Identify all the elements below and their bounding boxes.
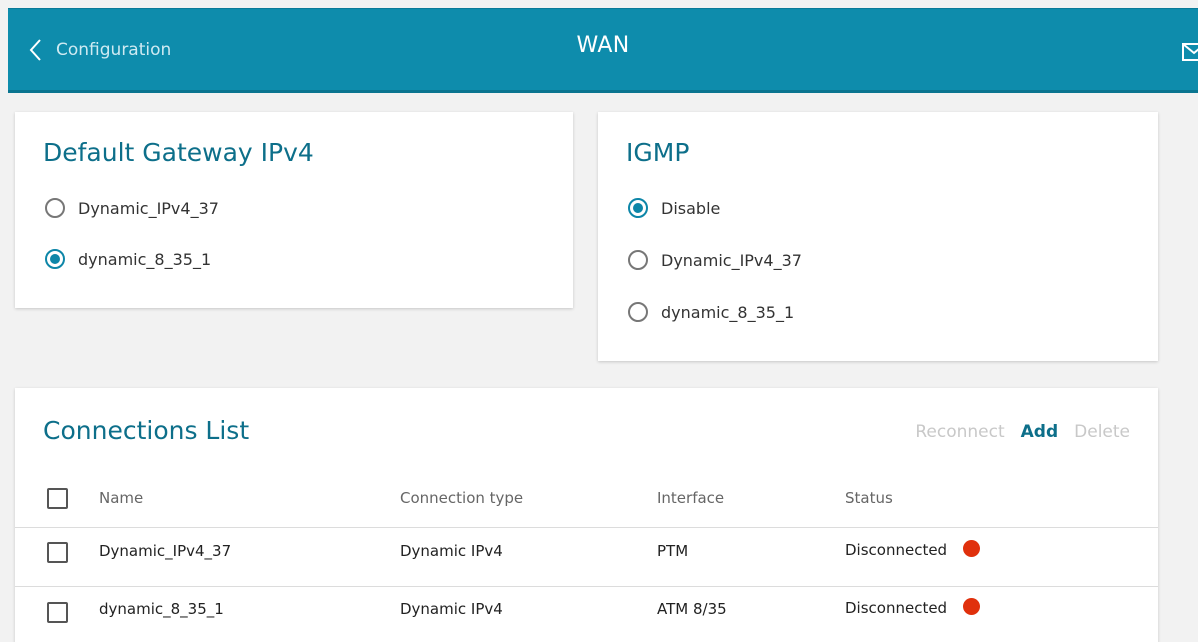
connection-name: dynamic_8_35_1 — [99, 600, 224, 618]
igmp-option-dynamic-8-35-1[interactable]: dynamic_8_35_1 — [628, 302, 794, 322]
radio-label: Dynamic_IPv4_37 — [661, 250, 802, 270]
add-button[interactable]: Add — [1021, 422, 1059, 442]
delete-button[interactable]: Delete — [1074, 422, 1130, 442]
connection-name: Dynamic_IPv4_37 — [99, 542, 232, 560]
page-frame: Configuration WAN Default Gateway IPv4 D… — [8, 8, 1198, 642]
reconnect-button[interactable]: Reconnect — [915, 422, 1004, 442]
row-checkbox[interactable] — [47, 542, 68, 563]
connections-title: Connections List — [43, 416, 250, 445]
radio-label: Dynamic_IPv4_37 — [78, 198, 219, 218]
default-gateway-card: Default Gateway IPv4 Dynamic_IPv4_37 dyn… — [15, 112, 573, 308]
envelope-icon[interactable] — [1182, 43, 1198, 61]
status-dot-icon — [963, 540, 981, 557]
connection-status: Disconnected — [845, 598, 981, 617]
connection-interface: PTM — [657, 542, 689, 560]
radio-button[interactable] — [628, 198, 648, 218]
connection-status: Disconnected — [845, 540, 981, 559]
radio-button[interactable] — [628, 250, 648, 270]
connection-type: Dynamic IPv4 — [400, 542, 503, 560]
radio-button[interactable] — [45, 198, 65, 218]
connections-card: Connections List Reconnect Add Delete Na… — [15, 388, 1158, 642]
default-gateway-title: Default Gateway IPv4 — [43, 138, 314, 167]
radio-label: dynamic_8_35_1 — [78, 249, 212, 269]
igmp-title: IGMP — [626, 138, 690, 167]
igmp-option-dynamic-ipv4-37[interactable]: Dynamic_IPv4_37 — [628, 250, 802, 270]
table-row[interactable]: Dynamic_IPv4_37 Dynamic IPv4 PTM Disconn… — [15, 528, 1158, 570]
connection-type: Dynamic IPv4 — [400, 600, 503, 618]
page-title: WAN — [576, 33, 630, 58]
gateway-option-dynamic-ipv4-37[interactable]: Dynamic_IPv4_37 — [45, 198, 219, 218]
column-header-status[interactable]: Status — [845, 489, 893, 507]
radio-label: dynamic_8_35_1 — [661, 302, 795, 322]
column-header-name[interactable]: Name — [99, 489, 143, 507]
status-text: Disconnected — [845, 599, 948, 617]
column-header-interface[interactable]: Interface — [657, 489, 724, 507]
radio-button[interactable] — [45, 249, 65, 269]
row-checkbox[interactable] — [47, 602, 68, 623]
igmp-card: IGMP Disable Dynamic_IPv4_37 dynamic_8_3… — [598, 112, 1158, 361]
radio-button[interactable] — [628, 302, 648, 322]
connection-interface: ATM 8/35 — [657, 600, 727, 618]
table-row[interactable]: dynamic_8_35_1 Dynamic IPv4 ATM 8/35 Dis… — [15, 587, 1158, 629]
top-header: Configuration WAN — [8, 8, 1198, 93]
status-dot-icon — [963, 598, 981, 615]
status-text: Disconnected — [845, 541, 948, 559]
radio-label: Disable — [661, 198, 721, 218]
igmp-option-disable[interactable]: Disable — [628, 198, 720, 218]
gateway-option-dynamic-8-35-1[interactable]: dynamic_8_35_1 — [45, 249, 211, 269]
column-header-connection-type[interactable]: Connection type — [400, 489, 523, 507]
connections-actions: Reconnect Add Delete — [915, 422, 1130, 442]
select-all-checkbox[interactable] — [47, 488, 68, 509]
